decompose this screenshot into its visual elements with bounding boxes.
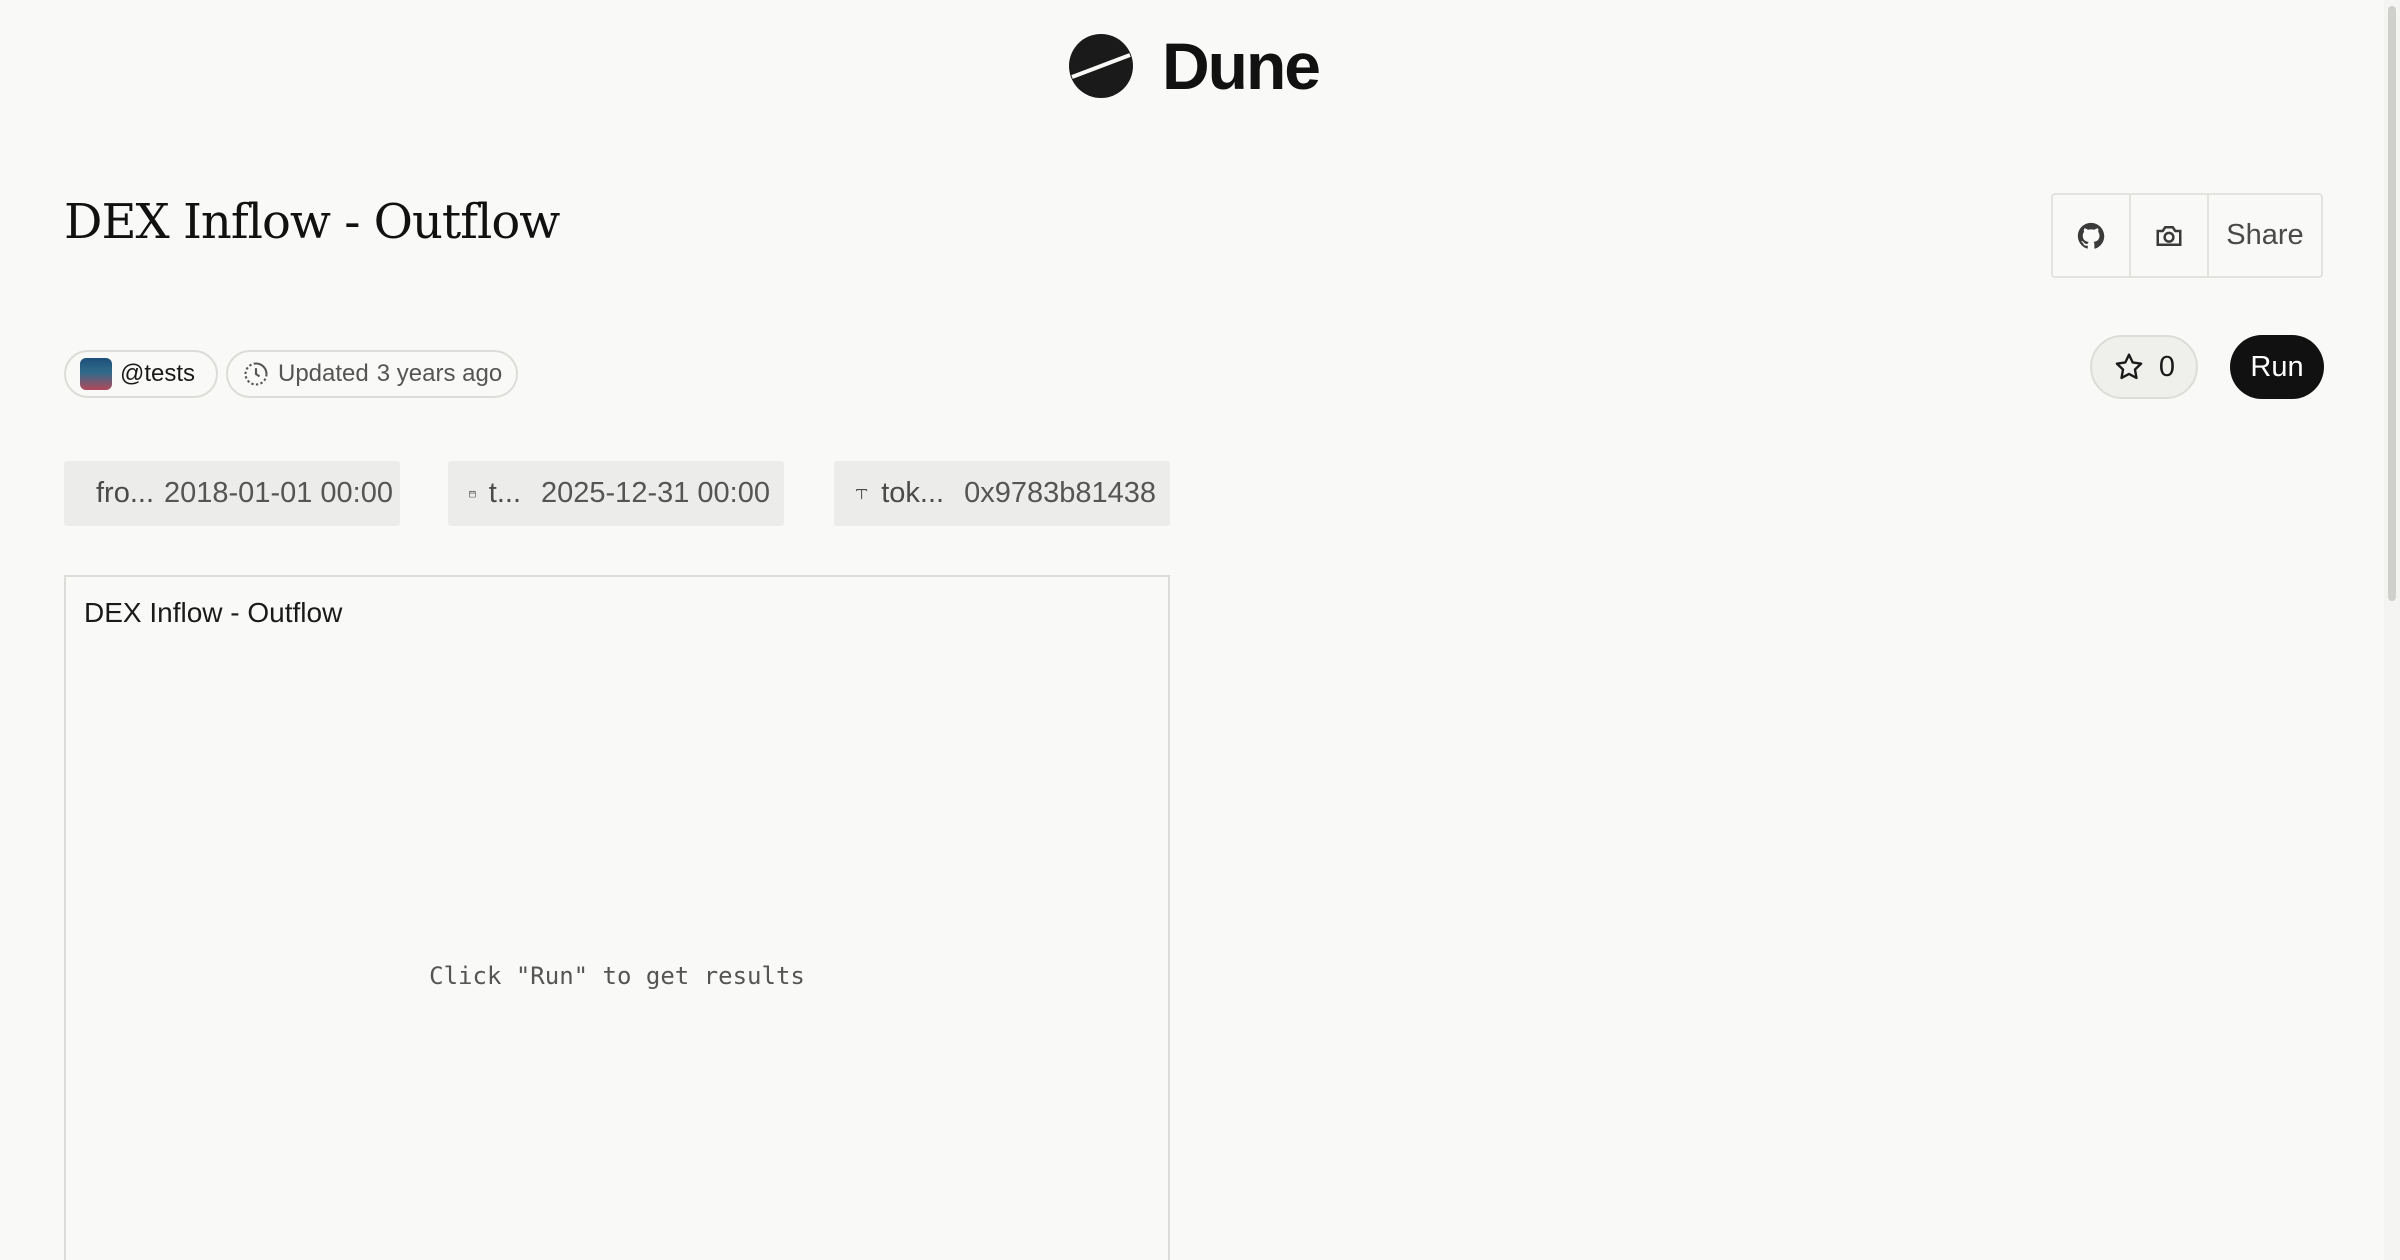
share-button[interactable]: Share [2209,195,2321,276]
star-icon [2115,353,2143,380]
updated-label: Updated [278,360,369,387]
updated-chip: Updated 3 years ago [226,350,518,398]
run-button[interactable]: Run [2230,335,2324,399]
calendar-icon [468,490,476,497]
owner-chip[interactable]: @tests [64,350,218,398]
avatar [80,358,112,390]
parameter-name: fro... [96,477,155,509]
page-title: DEX Inflow - Outflow [64,194,560,250]
parameter-value: 2025-12-31 00:00 [541,477,770,509]
scrollbar-thumb[interactable] [2388,6,2396,601]
star-button[interactable]: 0 [2090,335,2198,399]
visualization-title: DEX Inflow - Outflow [84,597,343,628]
github-icon [2077,222,2105,249]
page: Dune DEX Inflow - Outflow Share @tests U… [0,0,2400,1260]
parameter-token[interactable]: tok... 0x9783b81438 [834,461,1170,526]
owner-name: @tests [120,360,196,387]
clock-icon [244,362,268,386]
dune-logo-icon [1069,34,1133,98]
parameter-value: 2018-01-01 00:00 [164,477,393,509]
text-type-icon [856,488,868,499]
visualization-panel: DEX Inflow - Outflow Click "Run" to get … [64,575,1170,1260]
updated-value: 3 years ago [376,360,503,387]
parameter-value: 0x9783b81438 [964,477,1156,509]
star-count: 0 [2158,350,2176,383]
brand-logo[interactable]: Dune [1068,28,1321,104]
parameter-from[interactable]: fro... 2018-01-01 00:00 [64,461,400,526]
empty-state-message: Click "Run" to get results [429,962,805,990]
camera-icon [2156,225,2182,246]
github-button[interactable] [2053,195,2131,276]
parameter-name: t... [488,477,522,509]
brand-name: Dune [1162,29,1321,103]
parameter-to[interactable]: t... 2025-12-31 00:00 [448,461,784,526]
header-actions: Share [2051,193,2323,278]
screenshot-button[interactable] [2131,195,2209,276]
page-scrollbar[interactable] [2384,0,2400,1260]
parameter-name: tok... [881,477,945,509]
